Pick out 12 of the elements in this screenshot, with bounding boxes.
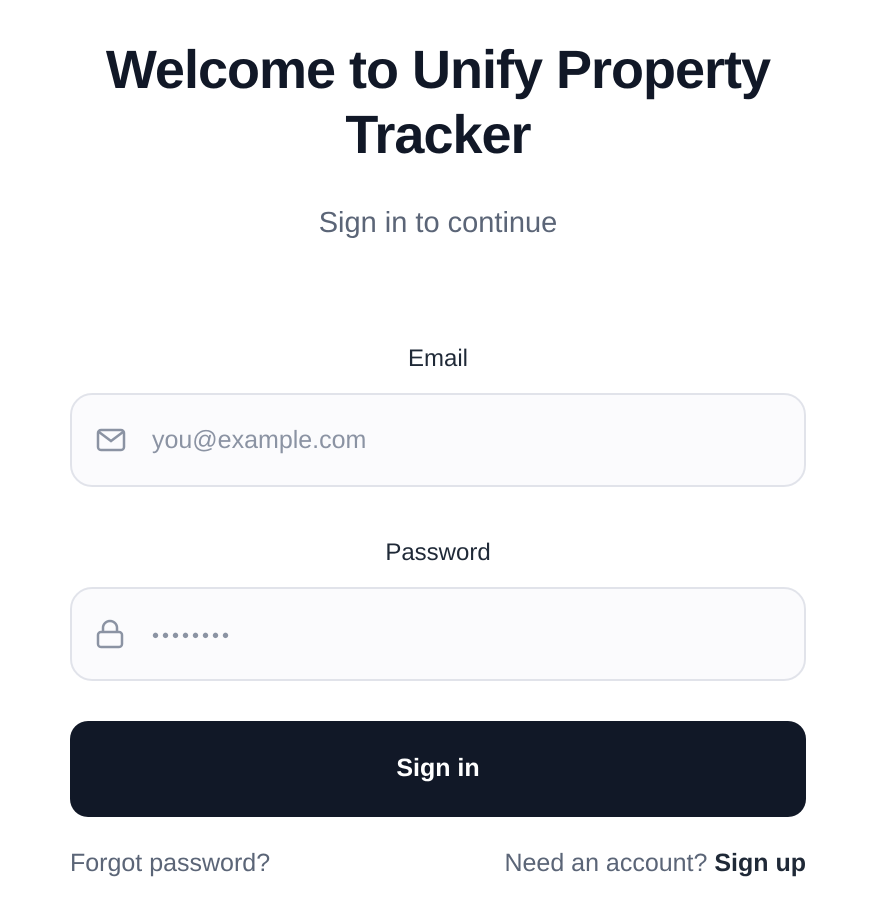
subtitle: Sign in to continue: [318, 206, 558, 241]
sign-in-button[interactable]: Sign in: [70, 721, 806, 818]
lock-icon: [96, 619, 124, 650]
password-field[interactable]: ••••••••: [70, 587, 806, 682]
signup-prompt: Need an account? Sign up: [504, 848, 806, 880]
forgot-password-link[interactable]: Forgot password?: [70, 845, 270, 883]
field-label: Password: [384, 538, 492, 568]
email-field[interactable]: you@example.com: [70, 393, 806, 488]
sign-up-link[interactable]: Sign up: [714, 849, 806, 878]
page-title: Welcome to Unify Property Tracker: [104, 39, 772, 167]
envelope-icon: [96, 428, 126, 452]
field-label: Email: [406, 344, 469, 374]
